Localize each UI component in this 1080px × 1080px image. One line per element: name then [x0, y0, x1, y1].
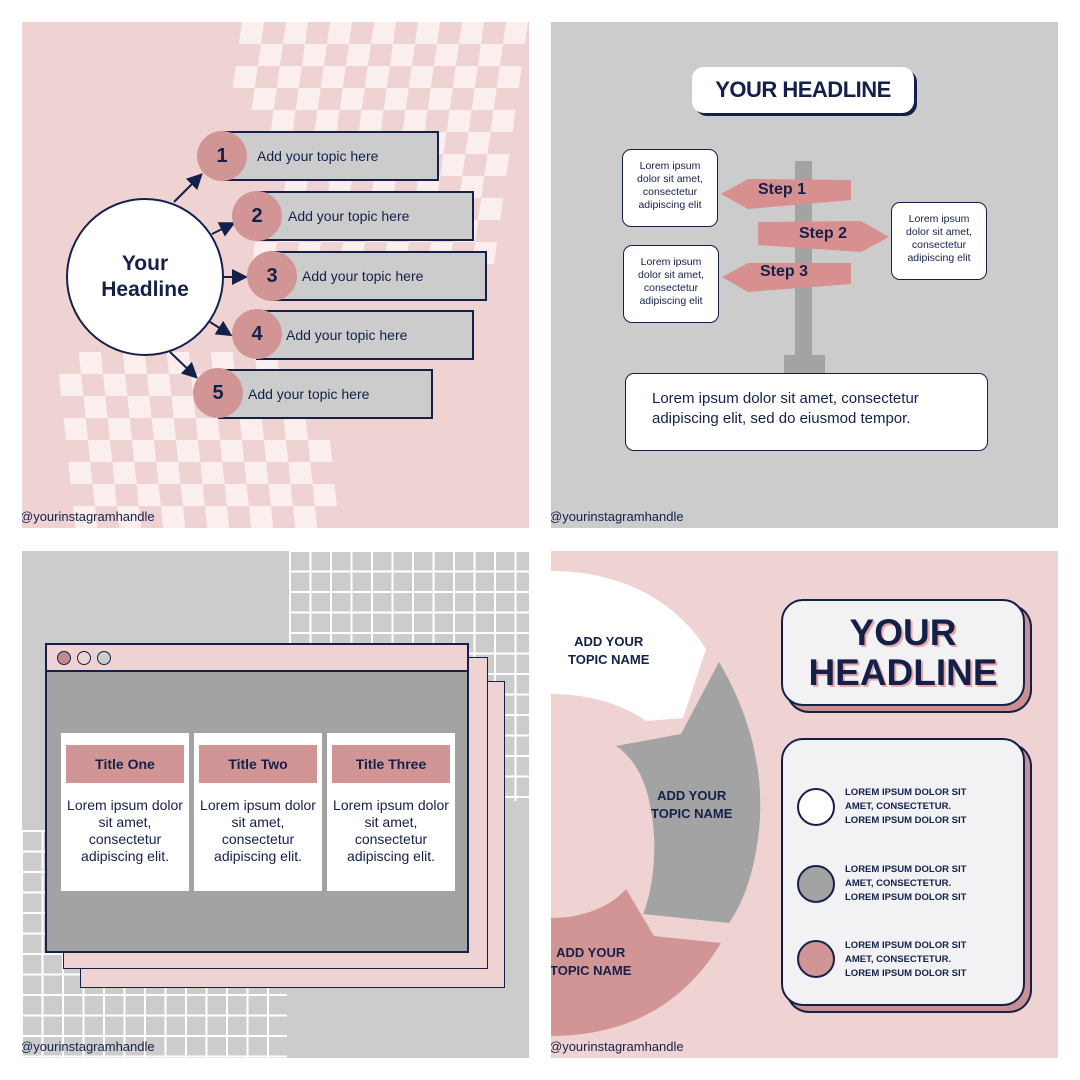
instagram-handle: @yourinstagramhandle [22, 1039, 155, 1054]
bullet-text-3: LOREM IPSUM DOLOR SIT AMET, CONSECTETUR. L… [845, 940, 967, 979]
card-title: Title Three [332, 745, 450, 783]
arrow-5 [169, 351, 198, 379]
topic-box-2[interactable]: Add your topic here [256, 191, 474, 241]
headline-line2: Headline [101, 278, 189, 301]
bullet-circle-3 [797, 940, 835, 978]
panel-cycle-headline: ADD YOUR TOPIC NAME ADD YOUR TOPIC NAME AD… [551, 551, 1058, 1058]
topic-box-5[interactable]: Add your topic here [218, 369, 433, 419]
topic-label: Add your topic here [302, 268, 424, 284]
arrow-1 [173, 173, 203, 203]
bullet-circle-1 [797, 788, 835, 826]
topic-label: Add your topic here [286, 327, 408, 343]
browser-window: Title One Lorem ipsum dolor sit amet, co… [45, 643, 469, 953]
card-title: Title One [66, 745, 184, 783]
instagram-handle: @yourinstagramhandle [551, 509, 684, 524]
step-1-note: Lorem ipsum dolor sit amet, consectetur … [622, 149, 718, 227]
topic-box-1[interactable]: Add your topic here [222, 131, 439, 181]
window-dot-2[interactable] [77, 651, 91, 665]
card-1: Title One Lorem ipsum dolor sit amet, co… [61, 733, 189, 891]
card-3: Title Three Lorem ipsum dolor sit amet, … [327, 733, 455, 891]
segment-1-label: ADD YOUR TOPIC NAME [568, 634, 650, 667]
arrow-4 [209, 320, 233, 337]
headline-box: YOUR HEADLINE [781, 599, 1025, 706]
instagram-handle: @yourinstagramhandle [22, 509, 155, 524]
bullet-list-box: LOREM IPSUM DOLOR SIT AMET, CONSECTETUR. L… [781, 738, 1025, 1006]
bullet-circle-2 [797, 865, 835, 903]
summary-box: Lorem ipsum dolor sit amet, consectetur … [625, 373, 988, 451]
panel-window-cards: Title One Lorem ipsum dolor sit amet, co… [22, 551, 529, 1058]
segment-2-label: ADD YOUR TOPIC NAME [651, 788, 733, 821]
card-body: Lorem ipsum dolor sit amet, consectetur … [200, 797, 316, 864]
step-3-label: Step 3 [760, 263, 809, 280]
headline-line2: HEADLINE [808, 651, 998, 693]
topic-label: Add your topic here [288, 208, 410, 224]
step-2-note: Lorem ipsum dolor sit amet, consectetur … [891, 202, 987, 280]
topic-label: Add your topic here [248, 386, 370, 402]
topic-box-3[interactable]: Add your topic here [270, 251, 487, 301]
panel-signpost-steps: YOUR HEADLINE Step 1 Step 2 Step 3 Lorem… [551, 22, 1058, 528]
card-body: Lorem ipsum dolor sit amet, consectetur … [67, 797, 183, 864]
bullet-text-2: LOREM IPSUM DOLOR SIT AMET, CONSECTETUR. L… [845, 864, 967, 903]
topic-number-4: 4 [232, 309, 282, 359]
card-title: Title Two [199, 745, 317, 783]
segment-3-label: ADD YOUR TOPIC NAME [551, 945, 632, 978]
topic-label: Add your topic here [257, 148, 379, 164]
window-title-bar [47, 645, 467, 672]
headline-line1: Your [121, 252, 169, 275]
topic-box-4[interactable]: Add your topic here [256, 310, 474, 360]
window-dot-3[interactable] [97, 651, 111, 665]
instagram-handle: @yourinstagramhandle [551, 1039, 684, 1054]
step-3-note: Lorem ipsum dolor sit amet, consectetur … [623, 245, 719, 323]
topic-number-3: 3 [247, 251, 297, 301]
window-dot-1[interactable] [57, 651, 71, 665]
bullet-text-1: LOREM IPSUM DOLOR SIT AMET, CONSECTETUR. L… [845, 787, 967, 826]
topic-number-1: 1 [197, 131, 247, 181]
headline-circle: Your Headline [66, 198, 224, 356]
panel-topics-mindmap: Your Headline Add your topic here 1 Add y… [22, 22, 529, 528]
card-body: Lorem ipsum dolor sit amet, consectetur … [333, 797, 449, 864]
card-2: Title Two Lorem ipsum dolor sit amet, co… [194, 733, 322, 891]
topic-number-5: 5 [193, 368, 243, 418]
topic-number-2: 2 [232, 191, 282, 241]
headline-line1: YOUR [849, 611, 957, 653]
step-1-label: Step 1 [758, 181, 807, 198]
step-2-label: Step 2 [799, 225, 848, 242]
signpost-base [784, 355, 825, 373]
arrow-2 [211, 222, 236, 237]
